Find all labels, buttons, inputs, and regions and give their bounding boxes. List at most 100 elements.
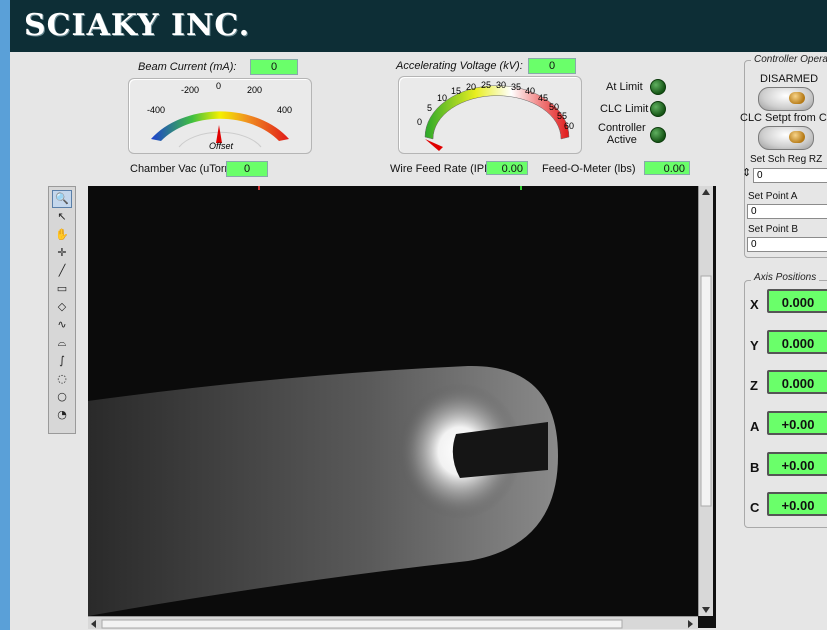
horizontal-scroll-thumb[interactable] xyxy=(101,619,623,629)
clc-limit-label: CLC Limit xyxy=(600,103,649,115)
arm-toggle-button[interactable] xyxy=(758,87,814,111)
polyline-tool-icon[interactable]: ∿ xyxy=(52,316,72,334)
beam-tick-m200: -200 xyxy=(181,85,199,95)
axis-row-a: A +0.00 xyxy=(745,411,827,439)
wire-feed-label: Wire Feed Rate (IPM) xyxy=(390,163,497,175)
set-point-a-input[interactable]: 0 xyxy=(747,204,827,219)
crosshair-tool-icon[interactable]: ✛ xyxy=(52,244,72,262)
beam-current-gauge: -400 -200 0 200 400 Offset xyxy=(128,78,312,154)
pan-tool-icon[interactable]: ✋ xyxy=(52,226,72,244)
controller-active-line1: Controller xyxy=(598,122,646,134)
beam-current-value[interactable]: 0 xyxy=(250,59,298,75)
window-left-edge xyxy=(0,0,10,630)
axis-letter: C xyxy=(750,500,760,515)
accel-voltage-gauge-face: 0 5 10 15 20 25 30 35 40 45 50 55 60 xyxy=(417,80,574,151)
set-sch-reg-input[interactable]: 0 xyxy=(753,168,827,183)
feed-o-meter-value[interactable]: 0.00 xyxy=(644,161,690,175)
roi-marker-top-right xyxy=(520,186,522,190)
vertical-scrollbar-graphics xyxy=(700,189,712,613)
clc-setpt-label: CLC Setpt from CN xyxy=(740,112,827,124)
set-point-b-input[interactable]: 0 xyxy=(747,237,827,252)
axis-value: 0.000 xyxy=(767,330,827,354)
kv-tick-5: 5 xyxy=(427,103,432,113)
kv-tick-10: 10 xyxy=(437,93,447,103)
axis-value: +0.00 xyxy=(767,452,827,476)
axis-letter: B xyxy=(750,460,760,475)
zoom-tool-icon[interactable]: 🔍 xyxy=(52,190,72,208)
wire-feed-value[interactable]: 0.00 xyxy=(486,161,528,175)
scroll-left-arrow-icon[interactable] xyxy=(91,620,96,628)
freehand-tool-icon[interactable]: ∫ xyxy=(52,352,72,370)
freehand-region-tool-icon[interactable]: ◌ xyxy=(52,370,72,388)
camera-image xyxy=(88,186,698,616)
controller-operation-title: Controller Opera xyxy=(751,54,827,65)
axis-row-b: B +0.00 xyxy=(745,452,827,480)
oval-tool-icon[interactable]: ○ xyxy=(52,388,72,406)
controller-active-led xyxy=(650,127,666,143)
clc-setpt-toggle-button[interactable] xyxy=(758,126,814,150)
scroll-down-arrow-icon[interactable] xyxy=(702,607,710,613)
kv-tick-40: 40 xyxy=(525,86,535,96)
polygon-tool-icon[interactable]: ⌓ xyxy=(52,334,72,352)
at-limit-led xyxy=(650,79,666,95)
kv-tick-0: 0 xyxy=(417,117,422,127)
beam-tick-400: 400 xyxy=(277,105,292,115)
axis-letter: A xyxy=(750,419,760,434)
set-point-b-label: Set Point B xyxy=(748,224,799,235)
arm-toggle-knob xyxy=(789,92,805,104)
horizontal-scrollbar-graphics xyxy=(91,619,693,629)
image-vertical-scrollbar[interactable] xyxy=(698,186,713,616)
axis-value: +0.00 xyxy=(767,411,827,435)
chamber-vac-label: Chamber Vac (uTorr) xyxy=(130,163,232,175)
beam-tick-0: 0 xyxy=(216,81,221,91)
set-sch-reg-spinner[interactable]: ⇕ xyxy=(742,166,751,179)
application-window: SCIAKY INC. Beam Current (mA): 0 -400 -2… xyxy=(0,0,827,630)
at-limit-label: At Limit xyxy=(606,81,643,93)
axis-value: +0.00 xyxy=(767,492,827,516)
pointer-tool-icon[interactable]: ↖ xyxy=(52,208,72,226)
scroll-up-arrow-icon[interactable] xyxy=(702,189,710,195)
beam-tick-200: 200 xyxy=(247,85,262,95)
kv-tick-55: 55 xyxy=(557,111,567,121)
offset-label: Offset xyxy=(209,141,234,151)
accel-voltage-needle xyxy=(425,139,443,151)
axis-letter: Z xyxy=(750,378,758,393)
kv-tick-45: 45 xyxy=(538,93,548,103)
camera-image-display[interactable] xyxy=(88,186,716,629)
set-sch-reg-label: Set Sch Reg RZ xyxy=(750,154,823,165)
beam-tick-m400: -400 xyxy=(147,105,165,115)
clc-setpt-toggle-knob xyxy=(789,131,805,143)
controller-active-line2: Active xyxy=(606,134,637,146)
armed-state-label: DISARMED xyxy=(760,73,819,85)
electron-beam-image xyxy=(88,186,558,616)
clc-limit-led xyxy=(650,101,666,117)
rectangle-tool-icon[interactable]: ▭ xyxy=(52,280,72,298)
axis-value: 0.000 xyxy=(767,289,827,313)
annulus-tool-icon[interactable]: ◔ xyxy=(52,406,72,424)
axis-row-c: C +0.00 xyxy=(745,492,827,520)
roi-marker-top-left xyxy=(258,186,260,190)
scroll-right-arrow-icon[interactable] xyxy=(688,620,693,628)
kv-tick-30: 30 xyxy=(496,80,506,90)
vertical-scroll-thumb[interactable] xyxy=(700,275,712,507)
axis-positions-group: X 0.000 Y 0.000 Z 0.000 A +0.00 B +0.00 … xyxy=(744,280,827,528)
kv-tick-15: 15 xyxy=(451,86,461,96)
axis-row-x: X 0.000 xyxy=(745,289,827,317)
line-tool-icon[interactable]: ╱ xyxy=(52,262,72,280)
kv-tick-60: 60 xyxy=(564,121,574,131)
axis-positions-title: Axis Positions xyxy=(751,272,820,283)
rotated-rect-tool-icon[interactable]: ◇ xyxy=(52,298,72,316)
beam-current-label: Beam Current (mA): xyxy=(138,61,237,73)
accel-voltage-value[interactable]: 0 xyxy=(528,58,576,74)
set-point-a-label: Set Point A xyxy=(748,191,798,202)
title-bar: SCIAKY INC. xyxy=(10,0,827,52)
axis-letter: X xyxy=(750,297,759,312)
chamber-vac-value[interactable]: 0 xyxy=(226,161,268,177)
axis-letter: Y xyxy=(750,338,759,353)
kv-tick-20: 20 xyxy=(466,82,476,92)
controller-active-label: Controller Active xyxy=(598,122,646,146)
company-logo: SCIAKY INC. xyxy=(24,8,251,43)
axis-row-y: Y 0.000 xyxy=(745,330,827,358)
beam-current-gauge-face: -400 -200 0 200 400 Offset xyxy=(147,81,292,151)
image-horizontal-scrollbar[interactable] xyxy=(88,616,698,629)
